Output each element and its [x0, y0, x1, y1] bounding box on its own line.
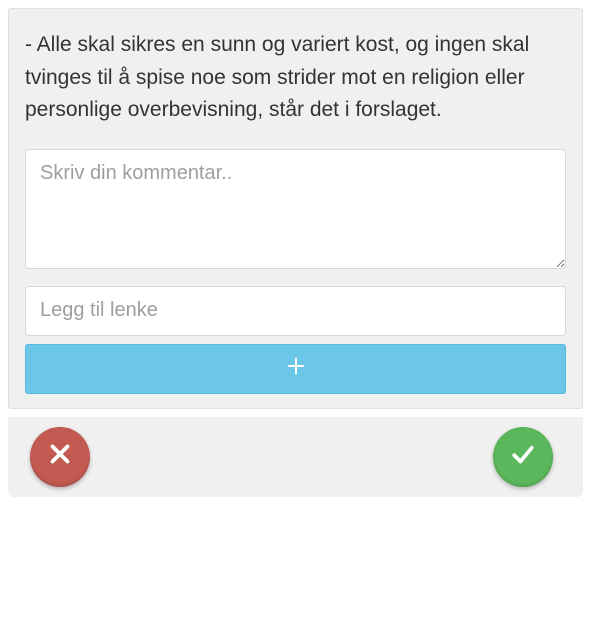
close-icon: [45, 439, 75, 474]
reject-button[interactable]: [30, 427, 90, 487]
comment-card: - Alle skal sikres en sunn og variert ko…: [8, 8, 583, 409]
check-icon: [508, 439, 538, 474]
add-link-button[interactable]: [25, 344, 566, 394]
action-row: [8, 417, 583, 497]
comment-input[interactable]: [25, 149, 566, 269]
accept-button[interactable]: [493, 427, 553, 487]
link-input[interactable]: [25, 286, 566, 336]
proposal-text: - Alle skal sikres en sunn og variert ko…: [25, 29, 566, 127]
plus-icon: [285, 355, 307, 382]
